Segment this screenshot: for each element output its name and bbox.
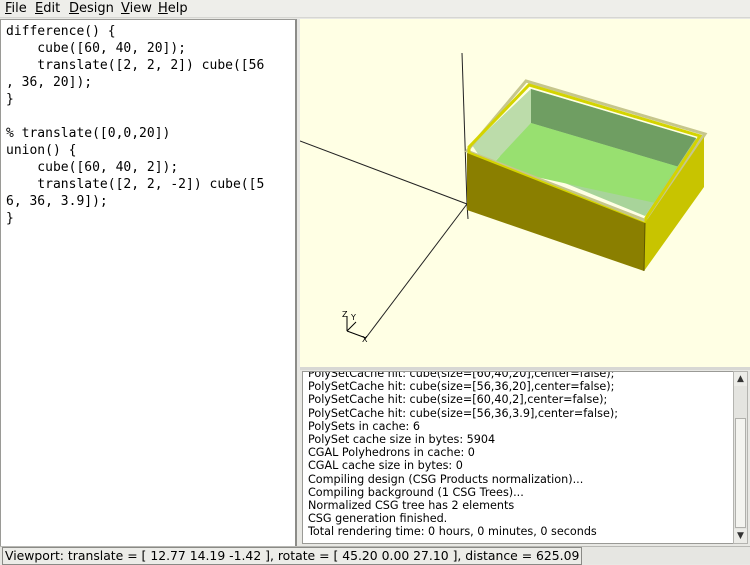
code-line: translate([2, 2, 2]) cube([56 [6,58,265,73]
menu-design[interactable]: Design [68,0,115,17]
console-line: PolySetCache hit: cube(size=[60,40,20],c… [308,371,615,380]
code-line: cube([60, 40, 2]); [6,160,179,175]
code-line: % translate([0,0,20]) [6,126,171,141]
arrow-down-icon: ▼ [737,531,744,541]
code-line: cube([60, 40, 20]); [6,41,187,56]
menu-file[interactable]: File [4,0,28,17]
menu-help[interactable]: Help [157,0,189,17]
status-bar: Viewport: translate = [ 12.77 14.19 -1.4… [0,546,750,565]
code-line: } [6,211,14,226]
console-line: Compiling design (CSG Products normaliza… [308,472,584,486]
code-line: difference() { [6,24,116,39]
menu-bar: File Edit Design View Help [0,0,750,18]
axis-y-line [364,203,468,340]
console-line: PolySetCache hit: cube(size=[60,40,2],ce… [308,393,608,407]
console-line: CSG generation finished. [308,512,448,526]
scroll-up-button[interactable]: ▲ [734,372,747,386]
console-line: PolySetCache hit: cube(size=[56,36,3.9],… [308,406,618,420]
axis-z-line [461,52,468,205]
3d-viewport[interactable]: Z Y X [300,19,750,367]
console-scrollbar[interactable]: ▲ ▼ [733,371,748,544]
menu-edit[interactable]: Edit [34,0,61,17]
console-line: PolySets in cache: 6 [308,419,421,433]
code-line: translate([2, 2, -2]) cube([5 [6,177,265,192]
axes-indicator-z-label: Z [342,310,348,319]
viewport-canvas: Z Y X [300,52,708,344]
panel-splitter[interactable] [300,367,750,370]
console-line: CGAL Polyhedrons in cache: 0 [308,446,475,460]
console-line: CGAL cache size in bytes: 0 [308,459,463,473]
console-line: Compiling background (1 CSG Trees)... [308,485,524,499]
code-line: } [6,92,14,107]
code-line: 6, 36, 3.9]); [6,194,108,209]
console-line: PolySetCache hit: cube(size=[56,36,20],c… [308,380,615,394]
console-line: PolySet cache size in bytes: 5904 [308,433,496,446]
scroll-down-button[interactable]: ▼ [734,529,747,543]
code-line: union() { [6,143,77,158]
scrollbar-thumb[interactable] [735,418,746,528]
console-output[interactable]: PolySetCache hit: cube(size=[60,40,20],c… [302,371,734,544]
axes-indicator-y-label: Y [350,313,356,322]
code-line: , 36, 20]); [6,75,93,90]
code-editor[interactable]: difference() { cube([60, 40, 20]); trans… [0,19,297,547]
axes-indicator-y-line [346,321,357,332]
arrow-up-icon: ▲ [737,374,744,384]
axis-x-line [300,140,468,205]
console-line: Normalized CSG tree has 2 elements [308,499,515,512]
axes-indicator-x-label: X [362,335,368,344]
axes-indicator: Z Y X [342,310,368,344]
menu-view[interactable]: View [120,0,153,17]
viewport-status-text: Viewport: translate = [ 12.77 14.19 -1.4… [2,547,583,565]
console-line: Total rendering time: 0 hours, 0 minutes… [308,525,597,539]
